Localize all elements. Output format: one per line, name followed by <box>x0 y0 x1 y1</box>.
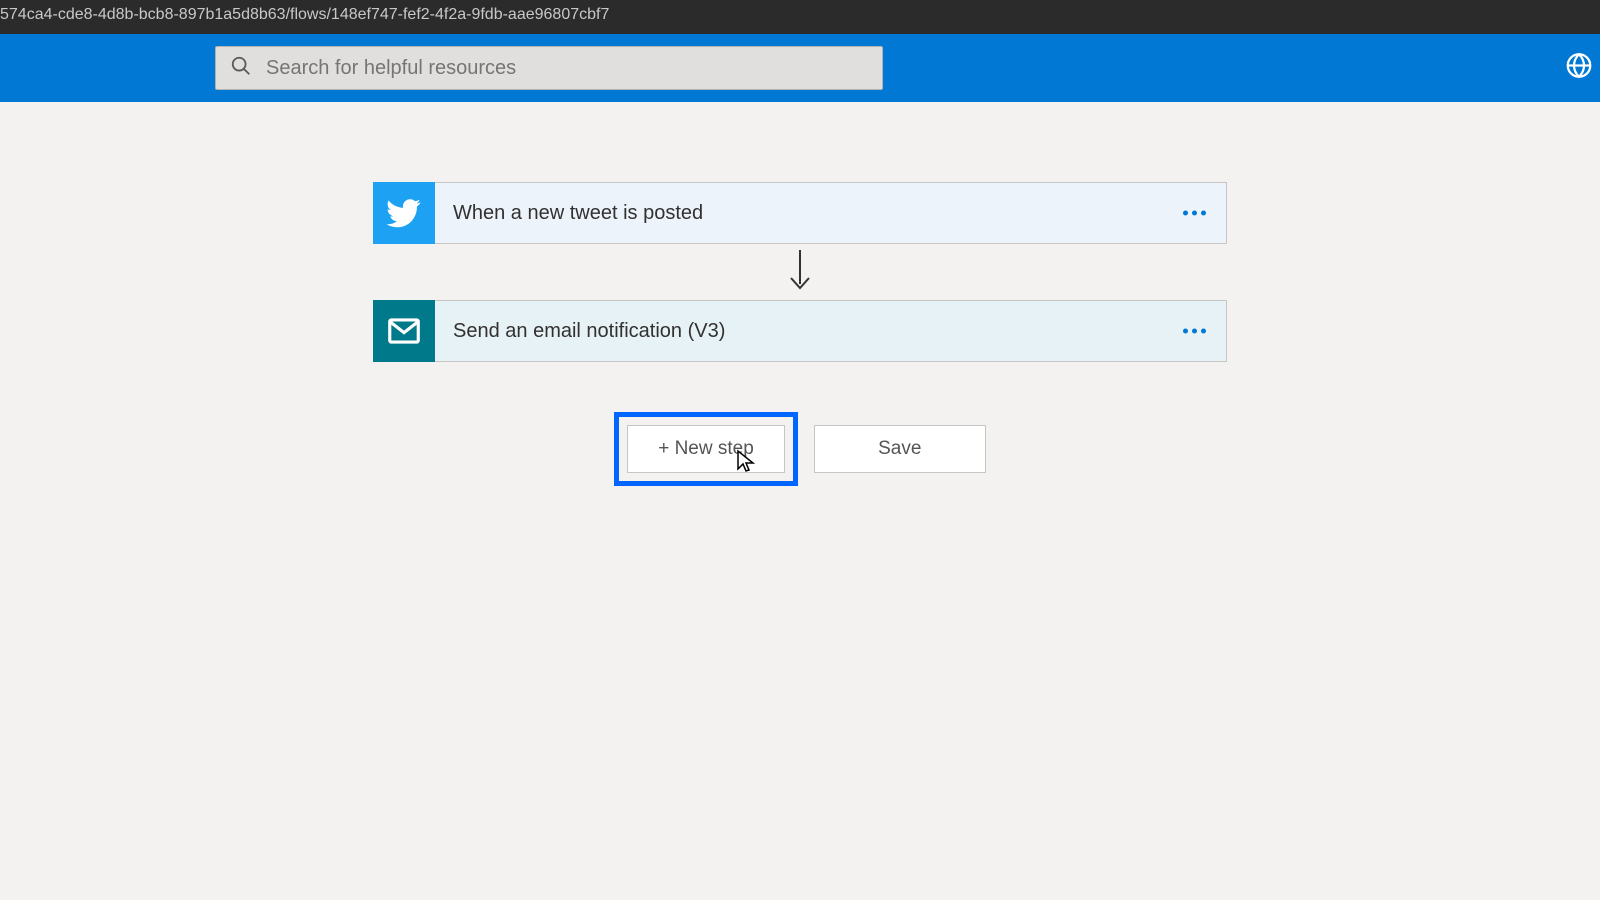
environment-icon[interactable] <box>1564 51 1594 86</box>
search-input[interactable] <box>266 57 868 80</box>
button-row: + New step Save <box>614 412 986 486</box>
twitter-icon <box>373 182 435 244</box>
mail-icon <box>373 300 435 362</box>
action-card[interactable]: Send an email notification (V3) <box>373 300 1227 362</box>
app-header <box>0 34 1600 102</box>
save-button[interactable]: Save <box>814 425 986 473</box>
search-box[interactable] <box>215 46 883 90</box>
trigger-title: When a new tweet is posted <box>453 202 703 225</box>
action-menu-icon[interactable] <box>1183 329 1206 334</box>
action-title: Send an email notification (V3) <box>453 320 725 343</box>
trigger-card[interactable]: When a new tweet is posted <box>373 182 1227 244</box>
search-icon <box>230 55 252 82</box>
trigger-menu-icon[interactable] <box>1183 211 1206 216</box>
new-step-button[interactable]: + New step <box>627 425 785 473</box>
browser-url-bar[interactable]: 574ca4-cde8-4d8b-bcb8-897b1a5d8b63/flows… <box>0 0 1600 34</box>
flow-connector[interactable] <box>785 244 815 300</box>
new-step-highlight: + New step <box>614 412 798 486</box>
url-text: 574ca4-cde8-4d8b-bcb8-897b1a5d8b63/flows… <box>0 6 609 23</box>
flow-canvas: When a new tweet is posted Send an email… <box>0 102 1600 486</box>
